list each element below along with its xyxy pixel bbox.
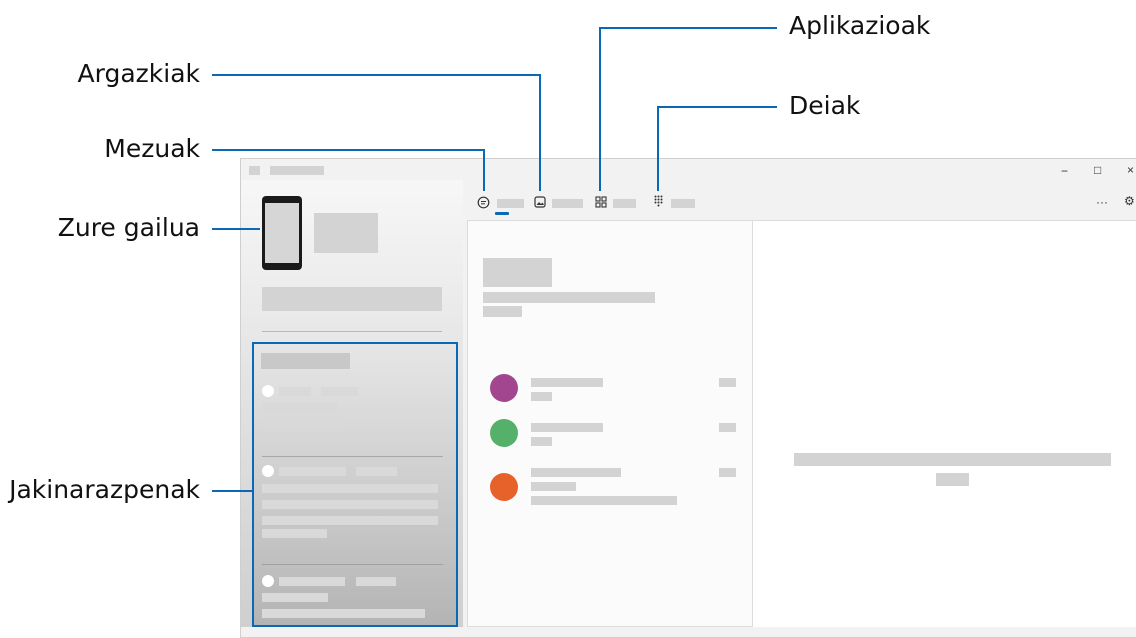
sidebar-divider	[262, 331, 442, 332]
apps-icon[interactable]	[595, 196, 607, 208]
notification-divider	[262, 564, 443, 565]
conversation-preview	[531, 482, 576, 491]
minimize-button[interactable]: −	[1061, 165, 1068, 177]
callout-line-argazkiak	[212, 74, 541, 76]
conversation-time	[719, 423, 736, 432]
conversation-name[interactable]	[531, 378, 603, 387]
empty-state-message	[794, 453, 1111, 466]
notification-app-name	[279, 387, 311, 396]
contact-avatar[interactable]	[490, 419, 518, 447]
callout-argazkiak: Argazkiak	[77, 59, 200, 88]
settings-icon[interactable]: ⚙	[1124, 195, 1135, 207]
device-status-bar[interactable]	[262, 287, 442, 311]
contact-avatar[interactable]	[490, 374, 518, 402]
callout-jakinarazpenak: Jakinarazpenak	[9, 475, 200, 504]
phone-device-icon[interactable]	[262, 196, 302, 270]
message-icon[interactable]	[477, 196, 490, 209]
callout-line-argazkiak-v	[539, 74, 541, 191]
notification-time	[321, 387, 358, 396]
notification-app-name	[279, 467, 346, 476]
conversation-preview	[531, 437, 552, 446]
tab-calls-label[interactable]	[671, 199, 695, 208]
phone-screen	[265, 203, 299, 263]
conversation-time	[719, 378, 736, 387]
device-name	[314, 213, 378, 253]
notification-divider	[262, 456, 443, 457]
conversation-name[interactable]	[531, 423, 603, 432]
notification-line	[262, 516, 438, 525]
conversation-detail-panel	[753, 220, 1136, 627]
app-title	[270, 166, 324, 175]
tab-active-indicator	[495, 212, 509, 215]
tab-messages-label[interactable]	[497, 199, 524, 208]
callout-line-mezuak	[212, 149, 485, 151]
notification-app-icon	[262, 385, 274, 397]
close-button[interactable]: ×	[1127, 164, 1134, 176]
notification-line	[262, 593, 328, 602]
more-options-button[interactable]: ···	[1096, 196, 1108, 208]
notification-line	[262, 609, 425, 618]
conversation-name[interactable]	[531, 468, 621, 477]
list-header-action[interactable]	[483, 306, 522, 317]
notification-line	[262, 500, 438, 509]
empty-state-action[interactable]	[936, 473, 969, 486]
callout-line-jakinarazpenak	[212, 490, 252, 492]
contact-avatar[interactable]	[490, 473, 518, 501]
notification-line	[262, 484, 438, 493]
dialpad-icon[interactable]	[654, 195, 663, 208]
notification-line	[262, 403, 338, 412]
list-header-title	[483, 258, 552, 287]
callout-aplikazioak: Aplikazioak	[789, 11, 931, 40]
callout-line-zure-gailua	[212, 228, 260, 230]
callout-zure-gailua: Zure gailua	[57, 213, 200, 242]
conversation-preview	[531, 392, 552, 401]
callout-line-deiak-v	[657, 106, 659, 191]
notification-app-name	[279, 577, 345, 586]
conversation-time	[719, 468, 736, 477]
callout-line-deiak	[657, 106, 777, 108]
notification-time	[356, 467, 397, 476]
callout-deiak: Deiak	[789, 91, 861, 120]
callout-mezuak: Mezuak	[104, 134, 200, 163]
callout-line-aplikazioak-v	[599, 27, 601, 191]
notification-time	[356, 577, 396, 586]
photo-icon[interactable]	[534, 196, 546, 208]
conversation-preview	[531, 496, 677, 505]
notification-line	[262, 529, 327, 538]
notification-app-icon	[262, 465, 274, 477]
notifications-title	[261, 353, 350, 369]
app-icon	[249, 166, 260, 175]
tab-photos-label[interactable]	[552, 199, 583, 208]
callout-line-aplikazioak	[599, 27, 777, 29]
notification-app-icon	[262, 575, 274, 587]
tab-apps-label[interactable]	[613, 199, 636, 208]
callout-line-mezuak-v	[483, 149, 485, 191]
notification-line	[262, 419, 344, 428]
list-header-subtitle	[483, 292, 655, 303]
maximize-button[interactable]: □	[1094, 164, 1101, 176]
